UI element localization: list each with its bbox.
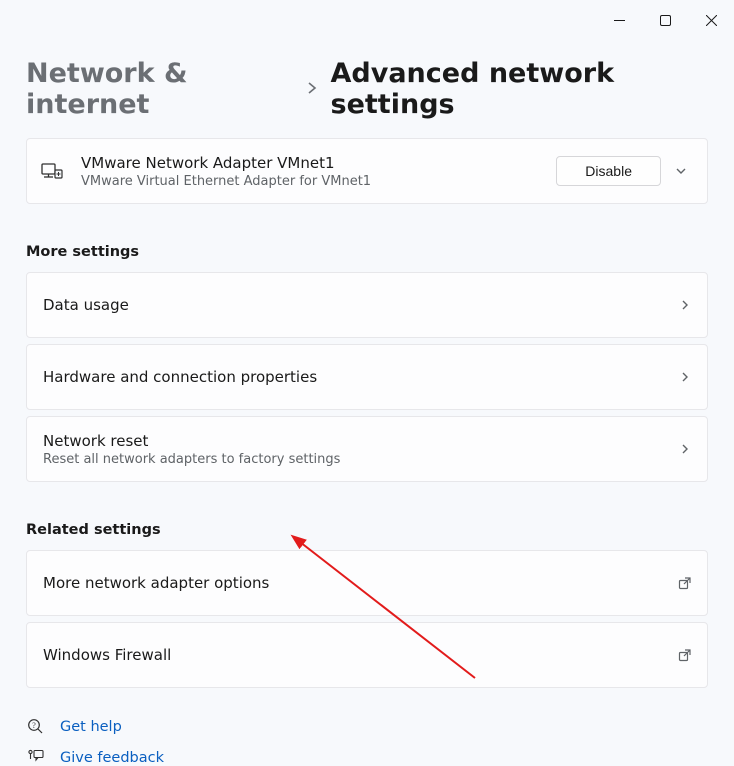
hardware-properties-label: Hardware and connection properties [43,368,679,386]
breadcrumb: Network & internet Advanced network sett… [26,58,708,120]
more-adapter-options-row[interactable]: More network adapter options [26,550,708,616]
close-button[interactable] [688,5,734,35]
chevron-right-icon [307,80,317,99]
data-usage-row[interactable]: Data usage [26,272,708,338]
related-settings-header: Related settings [26,522,708,538]
adapter-card: VMware Network Adapter VMnet1 VMware Vir… [26,138,708,204]
page-title: Advanced network settings [331,58,708,120]
window-titlebar [0,0,734,40]
disable-button[interactable]: Disable [556,156,661,186]
maximize-icon [660,15,671,26]
close-icon [706,15,717,26]
more-adapter-options-label: More network adapter options [43,574,678,592]
hardware-properties-row[interactable]: Hardware and connection properties [26,344,708,410]
windows-firewall-row[interactable]: Windows Firewall [26,622,708,688]
chevron-right-icon [679,299,691,311]
expand-chevron-icon[interactable] [669,164,693,178]
network-reset-row[interactable]: Network reset Reset all network adapters… [26,416,708,482]
footer-links: ? Get help Give feedback [26,718,708,766]
adapter-subtitle: VMware Virtual Ethernet Adapter for VMne… [81,174,556,189]
breadcrumb-parent[interactable]: Network & internet [26,58,293,120]
get-help-link[interactable]: ? Get help [26,718,708,735]
get-help-label: Get help [60,719,122,735]
help-icon: ? [26,718,44,735]
adapter-title: VMware Network Adapter VMnet1 [81,154,556,172]
external-link-icon [678,649,691,662]
minimize-button[interactable] [596,5,642,35]
network-adapter-icon [41,161,81,181]
data-usage-label: Data usage [43,296,679,314]
more-settings-header: More settings [26,244,708,260]
network-reset-label: Network reset [43,432,679,450]
maximize-button[interactable] [642,5,688,35]
windows-firewall-label: Windows Firewall [43,646,678,664]
network-reset-sub: Reset all network adapters to factory se… [43,452,679,467]
svg-text:?: ? [32,721,36,730]
minimize-icon [614,15,625,26]
external-link-icon [678,577,691,590]
chevron-right-icon [679,371,691,383]
chevron-right-icon [679,443,691,455]
